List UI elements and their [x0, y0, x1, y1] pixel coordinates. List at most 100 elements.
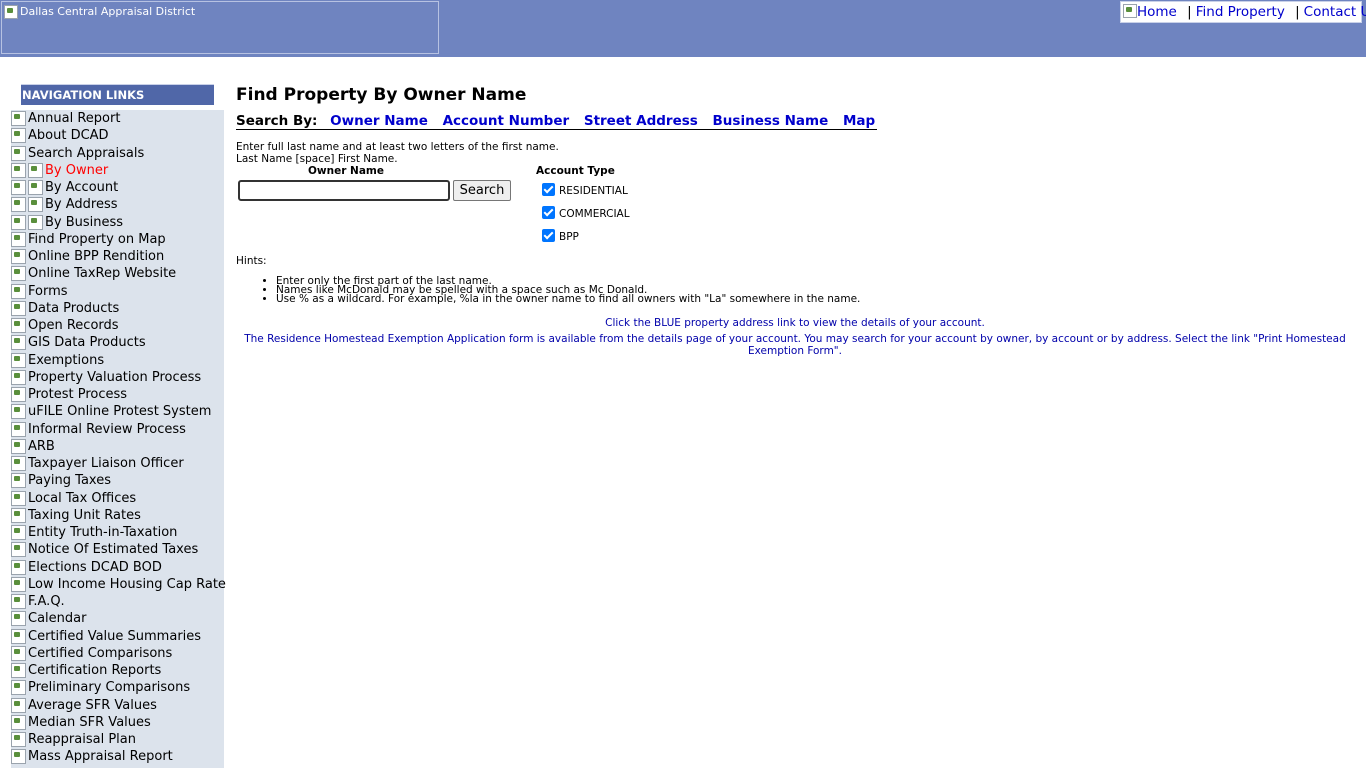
nav-item[interactable]: Find Property on Map — [11, 231, 224, 248]
search-by-street-address-link[interactable]: Street Address — [584, 113, 698, 129]
nav-link[interactable]: Certified Comparisons — [28, 646, 172, 661]
nav-item[interactable]: By Owner — [11, 162, 224, 179]
nav-link[interactable]: Taxing Unit Rates — [28, 508, 141, 523]
nav-link[interactable]: About DCAD — [28, 128, 109, 143]
nav-link[interactable]: Calendar — [28, 611, 86, 626]
nav-link[interactable]: Low Income Housing Cap Rate — [28, 577, 226, 592]
nav-link[interactable]: Paying Taxes — [28, 473, 111, 488]
contact-us-link[interactable]: Contact Us — [1304, 4, 1366, 20]
broken-image-icon — [11, 732, 26, 747]
nav-link[interactable]: F.A.Q. — [28, 594, 65, 609]
nav-item[interactable]: Taxing Unit Rates — [11, 507, 224, 524]
nav-item[interactable]: Median SFR Values — [11, 714, 224, 731]
nav-item[interactable]: Taxpayer Liaison Officer — [11, 455, 224, 472]
checkbox-checked-icon[interactable] — [542, 183, 555, 196]
nav-link[interactable]: Informal Review Process — [28, 422, 186, 437]
nav-item[interactable]: uFILE Online Protest System — [11, 403, 224, 420]
nav-item[interactable]: By Address — [11, 196, 224, 213]
owner-name-input[interactable] — [238, 180, 450, 201]
nav-item[interactable]: Protest Process — [11, 386, 224, 403]
nav-link[interactable]: Notice Of Estimated Taxes — [28, 542, 198, 557]
checkbox-checked-icon[interactable] — [542, 229, 555, 242]
nav-link[interactable]: Property Valuation Process — [28, 370, 201, 385]
broken-image-icon — [11, 128, 26, 144]
nav-item[interactable]: Certified Value Summaries — [11, 628, 224, 645]
nav-item[interactable]: Certified Comparisons — [11, 645, 224, 662]
nav-link[interactable]: Local Tax Offices — [28, 491, 136, 506]
nav-link[interactable]: By Owner — [45, 163, 108, 178]
nav-item[interactable]: Entity Truth-in-Taxation — [11, 524, 224, 541]
search-by-owner-name-link[interactable]: Owner Name — [330, 113, 428, 129]
nav-link[interactable]: Find Property on Map — [28, 232, 166, 247]
nav-item[interactable]: ARB — [11, 438, 224, 455]
nav-link[interactable]: Median SFR Values — [28, 715, 151, 730]
nav-item[interactable]: Annual Report — [11, 110, 224, 127]
nav-item[interactable]: By Account — [11, 179, 224, 196]
nav-item[interactable]: Paying Taxes — [11, 472, 224, 489]
nav-link[interactable]: Entity Truth-in-Taxation — [28, 525, 177, 540]
nav-link[interactable]: By Business — [45, 215, 123, 230]
bpp-checkbox[interactable]: BPP — [542, 229, 579, 243]
nav-link[interactable]: Data Products — [28, 301, 119, 316]
nav-item[interactable]: Preliminary Comparisons — [11, 679, 224, 696]
nav-item[interactable]: By Business — [11, 214, 224, 231]
nav-link[interactable]: Online TaxRep Website — [28, 266, 176, 281]
nav-link[interactable]: Search Appraisals — [28, 146, 144, 161]
nav-item[interactable]: Low Income Housing Cap Rate — [11, 576, 226, 593]
nav-link[interactable]: By Account — [45, 180, 118, 195]
nav-link[interactable]: ARB — [28, 439, 55, 454]
nav-item[interactable]: Search Appraisals — [11, 145, 224, 162]
nav-item[interactable]: Forms — [11, 283, 224, 300]
nav-link[interactable]: Open Records — [28, 318, 119, 333]
nav-item[interactable]: F.A.Q. — [11, 593, 224, 610]
nav-link[interactable]: Annual Report — [28, 111, 120, 126]
nav-link[interactable]: Certified Value Summaries — [28, 629, 201, 644]
nav-item[interactable]: Data Products — [11, 300, 224, 317]
nav-link[interactable]: Mass Appraisal Report — [28, 749, 173, 764]
nav-item[interactable]: Property Valuation Process — [11, 369, 224, 386]
nav-link[interactable]: Certification Reports — [28, 663, 161, 678]
nav-item[interactable]: About DCAD — [11, 127, 224, 144]
search-by-account-number-link[interactable]: Account Number — [443, 113, 570, 129]
nav-link[interactable]: Elections DCAD BOD — [28, 560, 162, 575]
broken-image-icon — [11, 714, 26, 730]
nav-link[interactable]: Exemptions — [28, 353, 104, 368]
search-by-map-link[interactable]: Map — [843, 113, 875, 129]
broken-image-icon — [1123, 4, 1137, 18]
nav-item[interactable]: Online TaxRep Website — [11, 265, 224, 282]
search-by-business-name-link[interactable]: Business Name — [713, 113, 829, 129]
nav-link[interactable]: Average SFR Values — [28, 698, 157, 713]
find-property-link[interactable]: Find Property — [1196, 4, 1285, 20]
broken-image-icon — [11, 525, 26, 540]
nav-item[interactable]: Reappraisal Plan — [11, 731, 224, 748]
nav-item[interactable]: Exemptions — [11, 352, 224, 369]
nav-item[interactable]: Calendar — [11, 610, 224, 627]
checkbox-checked-icon[interactable] — [542, 206, 555, 219]
nav-link[interactable]: By Address — [45, 197, 118, 212]
nav-item[interactable]: Online BPP Rendition — [11, 248, 224, 265]
nav-item[interactable]: Certification Reports — [11, 662, 224, 679]
commercial-checkbox[interactable]: COMMERCIAL — [542, 206, 630, 220]
nav-item[interactable]: Mass Appraisal Report — [11, 748, 224, 765]
nav-link[interactable]: Protest Process — [28, 387, 127, 402]
site-logo[interactable]: Dallas Central Appraisal District — [1, 1, 439, 54]
nav-link[interactable]: Reappraisal Plan — [28, 732, 136, 747]
search-button[interactable]: Search — [453, 180, 511, 201]
home-link[interactable]: Home — [1137, 4, 1177, 20]
nav-link[interactable]: Taxpayer Liaison Officer — [28, 456, 184, 471]
nav-item[interactable]: Elections DCAD BOD — [11, 559, 224, 576]
nav-item[interactable]: Local Tax Offices — [11, 490, 224, 507]
account-type-label: Account Type — [536, 165, 615, 177]
nav-item[interactable]: Informal Review Process — [11, 421, 224, 438]
nav-link[interactable]: Forms — [28, 284, 68, 299]
nav-link[interactable]: Preliminary Comparisons — [28, 680, 190, 695]
nav-item[interactable]: Notice Of Estimated Taxes — [11, 541, 224, 558]
search-by-bar: Search By: Owner Name Account Number Str… — [236, 113, 878, 130]
nav-link[interactable]: GIS Data Products — [28, 335, 146, 350]
nav-link[interactable]: uFILE Online Protest System — [28, 404, 211, 419]
nav-link[interactable]: Online BPP Rendition — [28, 249, 164, 264]
residential-checkbox[interactable]: RESIDENTIAL — [542, 183, 628, 197]
nav-item[interactable]: Average SFR Values — [11, 697, 224, 714]
nav-item[interactable]: Open Records — [11, 317, 224, 334]
nav-item[interactable]: GIS Data Products — [11, 334, 224, 351]
